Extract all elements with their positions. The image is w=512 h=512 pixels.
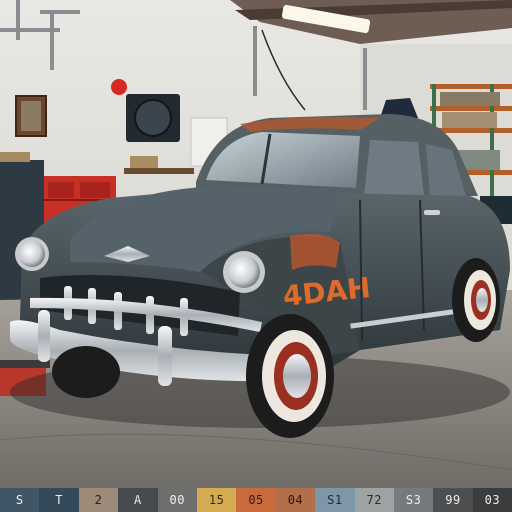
wall-sign xyxy=(111,79,127,95)
palette-swatch: 99 xyxy=(433,488,473,512)
palette-swatch: 72 xyxy=(354,488,394,512)
palette-swatch: S3 xyxy=(393,488,434,512)
palette-swatch: S1 xyxy=(315,488,355,512)
palette-swatch: S xyxy=(0,488,40,512)
color-palette-strip: S T 2 A 00 15 05 04 S1 72 S3 99 03 xyxy=(0,488,512,512)
bumper-guard-right xyxy=(158,326,172,386)
rear-wheel xyxy=(452,258,500,342)
front-left-tire xyxy=(52,346,120,398)
door-handle xyxy=(424,210,440,215)
side-window-front xyxy=(364,140,424,196)
palette-swatch: A xyxy=(118,488,158,512)
palette-swatch: 00 xyxy=(157,488,197,512)
wall-shelf xyxy=(124,168,194,174)
rust-patches xyxy=(290,234,340,270)
palette-swatch: 05 xyxy=(236,488,276,512)
palette-swatch: 2 xyxy=(78,488,119,512)
garage-scene: 4DAH xyxy=(0,0,512,488)
bumper-guard-left xyxy=(38,310,50,362)
front-wheel xyxy=(246,314,334,438)
palette-swatch: 03 xyxy=(472,488,512,512)
palette-swatch: 15 xyxy=(196,488,237,512)
palette-swatch: T xyxy=(39,488,79,512)
palette-swatch: 04 xyxy=(275,488,316,512)
